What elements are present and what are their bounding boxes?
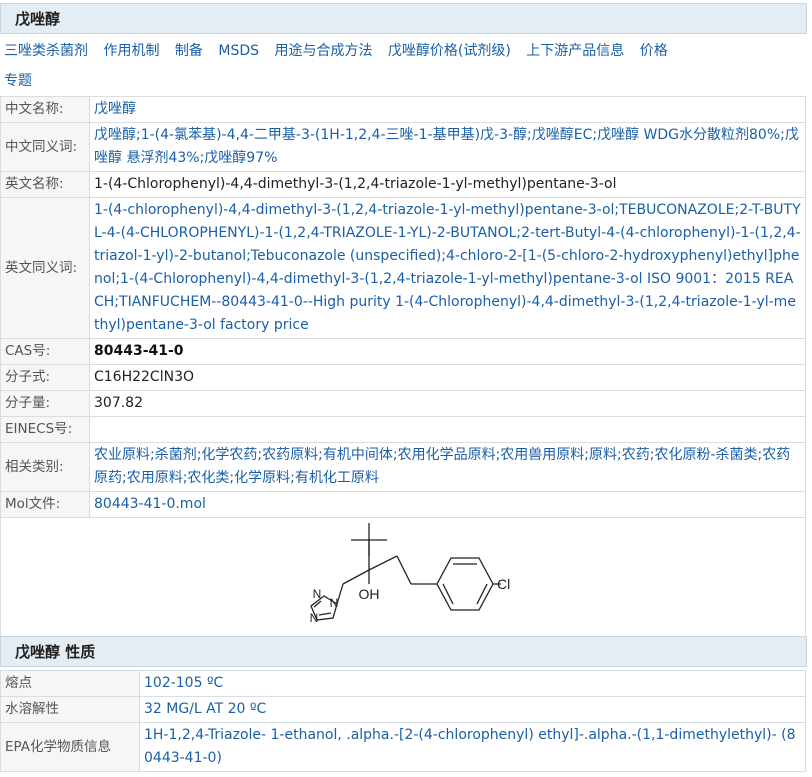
- topic-nav: 三唑类杀菌剂 作用机制 制备 MSDS 用途与合成方法 戊唑醇价格(试剂级) 上…: [0, 34, 807, 96]
- row-label: EPA化学物质信息: [0, 722, 140, 772]
- melting-point-value: 102-105 ºC: [139, 670, 806, 697]
- table-row: 分子量: 307.82: [0, 390, 806, 417]
- cl-label: Cl: [497, 576, 510, 592]
- english-name: 1-(4-Chlorophenyl)-4,4-dimethyl-3-(1,2,4…: [89, 171, 806, 198]
- structure-cell: OH Cl N N N: [0, 517, 806, 637]
- nav-link-upstream-downstream[interactable]: 上下游产品信息: [526, 43, 624, 59]
- table-row: 中文名称: 戊唑醇: [0, 96, 806, 123]
- table-row: CAS号: 80443-41-0: [0, 338, 806, 365]
- n-label: N: [310, 611, 319, 625]
- row-label: 英文同义词:: [0, 197, 90, 339]
- epa-info-value: 1H-1,2,4-Triazole- 1-ethanol, .alpha.-[2…: [139, 722, 806, 772]
- water-solubility-value: 32 MG/L AT 20 ºC: [139, 696, 806, 723]
- nav-link-msds[interactable]: MSDS: [218, 43, 259, 59]
- properties-table: 熔点 102-105 ºC 水溶解性 32 MG/L AT 20 ºC EPA化…: [0, 670, 806, 772]
- oh-label: OH: [359, 586, 380, 602]
- row-label: EINECS号:: [0, 416, 90, 443]
- n-label: N: [330, 596, 339, 610]
- n-label: N: [313, 587, 322, 601]
- properties-title: 戊唑醇 性质: [0, 636, 807, 667]
- mol-file-link[interactable]: 80443-41-0.mol: [89, 491, 806, 518]
- nav-link-reagent-price[interactable]: 戊唑醇价格(试剂级): [388, 43, 511, 59]
- table-row: 熔点 102-105 ºC: [0, 670, 806, 697]
- nav-link-price[interactable]: 价格: [640, 43, 668, 59]
- nav-link-topic[interactable]: 专题: [4, 73, 32, 89]
- table-row: 英文同义词: 1-(4-chlorophenyl)-4,4-dimethyl-3…: [0, 197, 806, 339]
- row-label: 英文名称:: [0, 171, 90, 198]
- chinese-synonyms-links[interactable]: 戊唑醇;1-(4-氯苯基)-4,4-二甲基-3-(1H-1,2,4-三唑-1-基…: [89, 122, 806, 172]
- molecular-weight: 307.82: [89, 390, 806, 417]
- molecular-formula: C16H22ClN3O: [89, 364, 806, 391]
- cas-number: 80443-41-0: [89, 338, 806, 365]
- table-row: 英文名称: 1-(4-Chlorophenyl)-4,4-dimethyl-3-…: [0, 171, 806, 198]
- einecs-number: [89, 416, 806, 443]
- nav-link-uses-synthesis[interactable]: 用途与合成方法: [274, 43, 372, 59]
- row-label: 分子式:: [0, 364, 90, 391]
- row-label: 熔点: [0, 670, 140, 697]
- properties-section: 戊唑醇 性质 熔点 102-105 ºC 水溶解性 32 MG/L AT 20 …: [0, 636, 807, 772]
- table-row: 相关类别: 农业原料;杀菌剂;化学农药;农药原料;有机中间体;农用化学品原料;农…: [0, 442, 806, 492]
- nav-link-preparation[interactable]: 制备: [175, 43, 203, 59]
- table-row: 分子式: C16H22ClN3O: [0, 364, 806, 391]
- row-label: Mol文件:: [0, 491, 90, 518]
- row-label: 中文同义词:: [0, 122, 90, 172]
- row-label: 水溶解性: [0, 696, 140, 723]
- section-title: 戊唑醇: [0, 3, 807, 34]
- nav-link-mechanism[interactable]: 作用机制: [103, 43, 159, 59]
- row-label: CAS号:: [0, 338, 90, 365]
- related-categories-links[interactable]: 农业原料;杀菌剂;化学农药;农药原料;有机中间体;农用化学品原料;农用兽用原料;…: [89, 442, 806, 492]
- english-synonyms-links[interactable]: 1-(4-chlorophenyl)-4,4-dimethyl-3-(1,2,4…: [89, 197, 806, 339]
- nav-link-triazole-fungicides[interactable]: 三唑类杀菌剂: [4, 43, 88, 59]
- row-label: 相关类别:: [0, 442, 90, 492]
- table-row: EINECS号:: [0, 416, 806, 443]
- row-label: 中文名称:: [0, 96, 90, 123]
- info-table: 中文名称: 戊唑醇 中文同义词: 戊唑醇;1-(4-氯苯基)-4,4-二甲基-3…: [0, 96, 806, 637]
- table-row: Mol文件: 80443-41-0.mol: [0, 491, 806, 518]
- substance-section: 戊唑醇 三唑类杀菌剂 作用机制 制备 MSDS 用途与合成方法 戊唑醇价格(试剂…: [0, 3, 807, 637]
- table-row: 水溶解性 32 MG/L AT 20 ºC: [0, 696, 806, 723]
- table-row: 中文同义词: 戊唑醇;1-(4-氯苯基)-4,4-二甲基-3-(1H-1,2,4…: [0, 122, 806, 172]
- structure-diagram: OH Cl N N N: [310, 523, 510, 625]
- row-label: 分子量:: [0, 390, 90, 417]
- chinese-name-link[interactable]: 戊唑醇: [89, 96, 806, 123]
- table-row: EPA化学物质信息 1H-1,2,4-Triazole- 1-ethanol, …: [0, 722, 806, 772]
- table-row: OH Cl N N N: [0, 517, 806, 637]
